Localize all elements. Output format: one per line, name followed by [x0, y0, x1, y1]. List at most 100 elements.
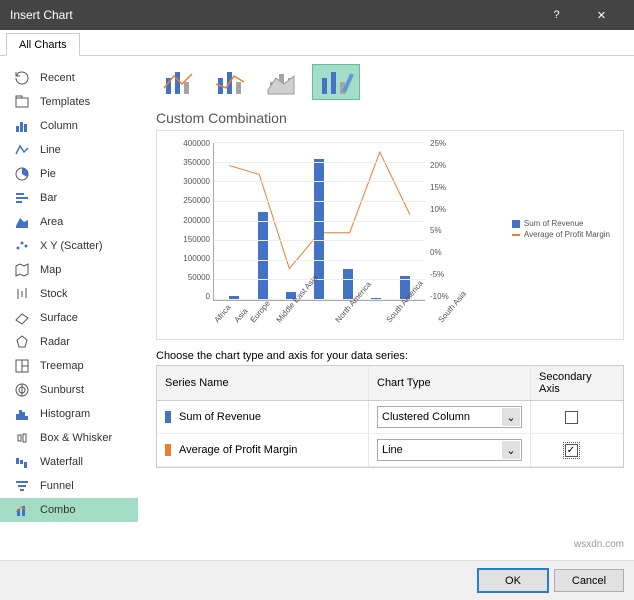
- sidebar-item-label: Surface: [40, 312, 78, 324]
- bar-series: [214, 143, 425, 300]
- cancel-button[interactable]: Cancel: [554, 569, 624, 592]
- sidebar-item-radar[interactable]: Radar: [0, 330, 138, 354]
- sidebar-item-label: X Y (Scatter): [40, 240, 103, 252]
- sidebar-item-area[interactable]: Area: [0, 210, 138, 234]
- sidebar-item-label: Line: [40, 144, 61, 156]
- sunburst-icon: [14, 382, 30, 398]
- secondary-axis-cell: ✓: [531, 434, 611, 466]
- sidebar-item-label: Box & Whisker: [40, 432, 112, 444]
- sidebar-item-label: Column: [40, 120, 78, 132]
- series-row: Sum of Revenue Clustered Column ⌄: [157, 401, 623, 434]
- close-button[interactable]: ✕: [579, 0, 624, 30]
- sidebar-item-label: Funnel: [40, 480, 74, 492]
- subtype-custom-combination[interactable]: [312, 64, 360, 100]
- legend-label: Sum of Revenue: [524, 219, 584, 228]
- sidebar-item-funnel[interactable]: Funnel: [0, 474, 138, 498]
- titlebar-title: Insert Chart: [10, 8, 534, 22]
- sidebar-item-combo[interactable]: Combo: [0, 498, 138, 522]
- sidebar-item-treemap[interactable]: Treemap: [0, 354, 138, 378]
- sidebar-item-line[interactable]: Line: [0, 138, 138, 162]
- sidebar-item-label: Sunburst: [40, 384, 84, 396]
- sidebar-item-stock[interactable]: Stock: [0, 282, 138, 306]
- combo-subtype-icon: [264, 68, 304, 96]
- chart-category-sidebar: Recent Templates Column Line Pie Bar Area X Y (…: [0, 56, 138, 548]
- sidebar-item-label: Pie: [40, 168, 56, 180]
- tab-all-charts[interactable]: All Charts: [6, 33, 80, 56]
- x-axis-labels: AfricaAsiaEuropeMiddle East AsiaNorth Am…: [213, 296, 425, 336]
- series-name-label: Average of Profit Margin: [179, 444, 297, 456]
- series-row: Average of Profit Margin Line⌄ ✓: [157, 434, 623, 467]
- scatter-icon: [14, 238, 30, 254]
- sidebar-item-label: Radar: [40, 336, 70, 348]
- secondary-axis-checkbox[interactable]: ✓: [565, 444, 578, 457]
- surface-icon: [14, 310, 30, 326]
- sidebar-item-column[interactable]: Column: [0, 114, 138, 138]
- line-icon: [14, 142, 30, 158]
- secondary-axis-checkbox[interactable]: [565, 411, 578, 424]
- stock-icon: [14, 286, 30, 302]
- sidebar-item-box[interactable]: Box & Whisker: [0, 426, 138, 450]
- sidebar-item-waterfall[interactable]: Waterfall: [0, 450, 138, 474]
- sidebar-item-label: Waterfall: [40, 456, 83, 468]
- subtype-row: [156, 64, 624, 100]
- y-axis-right: 25%20%15%10%5%0%-5%-10%: [430, 139, 460, 301]
- sidebar-item-sunburst[interactable]: Sunburst: [0, 378, 138, 402]
- dialog-footer: OK Cancel: [0, 560, 634, 600]
- subtype-clustered-column-line-secondary[interactable]: [208, 64, 256, 100]
- histogram-icon: [14, 406, 30, 422]
- chart-type-dropdown[interactable]: Line⌄: [377, 439, 522, 461]
- sidebar-item-label: Histogram: [40, 408, 90, 420]
- sidebar-item-surface[interactable]: Surface: [0, 306, 138, 330]
- legend-swatch-icon: [512, 220, 520, 228]
- plot-area: [213, 143, 425, 301]
- combo-icon: [14, 502, 30, 518]
- header-series-name: Series Name: [157, 366, 369, 400]
- sidebar-item-label: Recent: [40, 72, 75, 84]
- pie-icon: [14, 166, 30, 182]
- chart-type-value: Clustered Column: [382, 411, 470, 423]
- header-chart-type: Chart Type: [369, 366, 531, 400]
- sidebar-item-pie[interactable]: Pie: [0, 162, 138, 186]
- waterfall-icon: [14, 454, 30, 470]
- recent-icon: [14, 70, 30, 86]
- combo-subtype-icon: [316, 68, 356, 96]
- chart-preview: 4000003500003000002500002000001500001000…: [156, 130, 624, 340]
- header-secondary-axis: Secondary Axis: [531, 366, 611, 400]
- help-button[interactable]: ?: [534, 0, 579, 30]
- sidebar-item-label: Map: [40, 264, 61, 276]
- sidebar-item-histogram[interactable]: Histogram: [0, 402, 138, 426]
- box-icon: [14, 430, 30, 446]
- chart-legend: Sum of Revenue Average of Profit Margin: [512, 219, 610, 241]
- sidebar-item-label: Bar: [40, 192, 57, 204]
- legend-label: Average of Profit Margin: [524, 230, 610, 239]
- sidebar-item-label: Stock: [40, 288, 68, 300]
- sidebar-item-scatter[interactable]: X Y (Scatter): [0, 234, 138, 258]
- chart-type-dropdown[interactable]: Clustered Column ⌄: [377, 406, 522, 428]
- chart-type-cell: Line⌄: [369, 434, 531, 466]
- choose-series-label: Choose the chart type and axis for your …: [156, 350, 624, 362]
- subtype-clustered-column-line[interactable]: [156, 64, 204, 100]
- sidebar-item-map[interactable]: Map: [0, 258, 138, 282]
- sidebar-item-label: Combo: [40, 504, 75, 516]
- column-icon: [14, 118, 30, 134]
- series-color-swatch: [165, 411, 171, 423]
- chevron-down-icon: ⌄: [502, 408, 520, 426]
- subtype-stacked-area-column[interactable]: [260, 64, 308, 100]
- chart-type-cell: Clustered Column ⌄: [369, 401, 531, 433]
- sidebar-item-recent[interactable]: Recent: [0, 66, 138, 90]
- chart-type-value: Line: [382, 444, 403, 456]
- series-name-label: Sum of Revenue: [179, 411, 261, 423]
- bar-icon: [14, 190, 30, 206]
- legend-swatch-icon: [512, 234, 520, 236]
- area-icon: [14, 214, 30, 230]
- sidebar-item-bar[interactable]: Bar: [0, 186, 138, 210]
- main-panel: Custom Combination 400000350000300000250…: [138, 56, 634, 548]
- series-table-header: Series Name Chart Type Secondary Axis: [157, 366, 623, 401]
- sidebar-item-templates[interactable]: Templates: [0, 90, 138, 114]
- sidebar-item-label: Treemap: [40, 360, 84, 372]
- sidebar-item-label: Templates: [40, 96, 90, 108]
- series-name-cell: Sum of Revenue: [157, 401, 369, 433]
- funnel-icon: [14, 478, 30, 494]
- preview-title: Custom Combination: [156, 110, 624, 126]
- ok-button[interactable]: OK: [478, 569, 548, 592]
